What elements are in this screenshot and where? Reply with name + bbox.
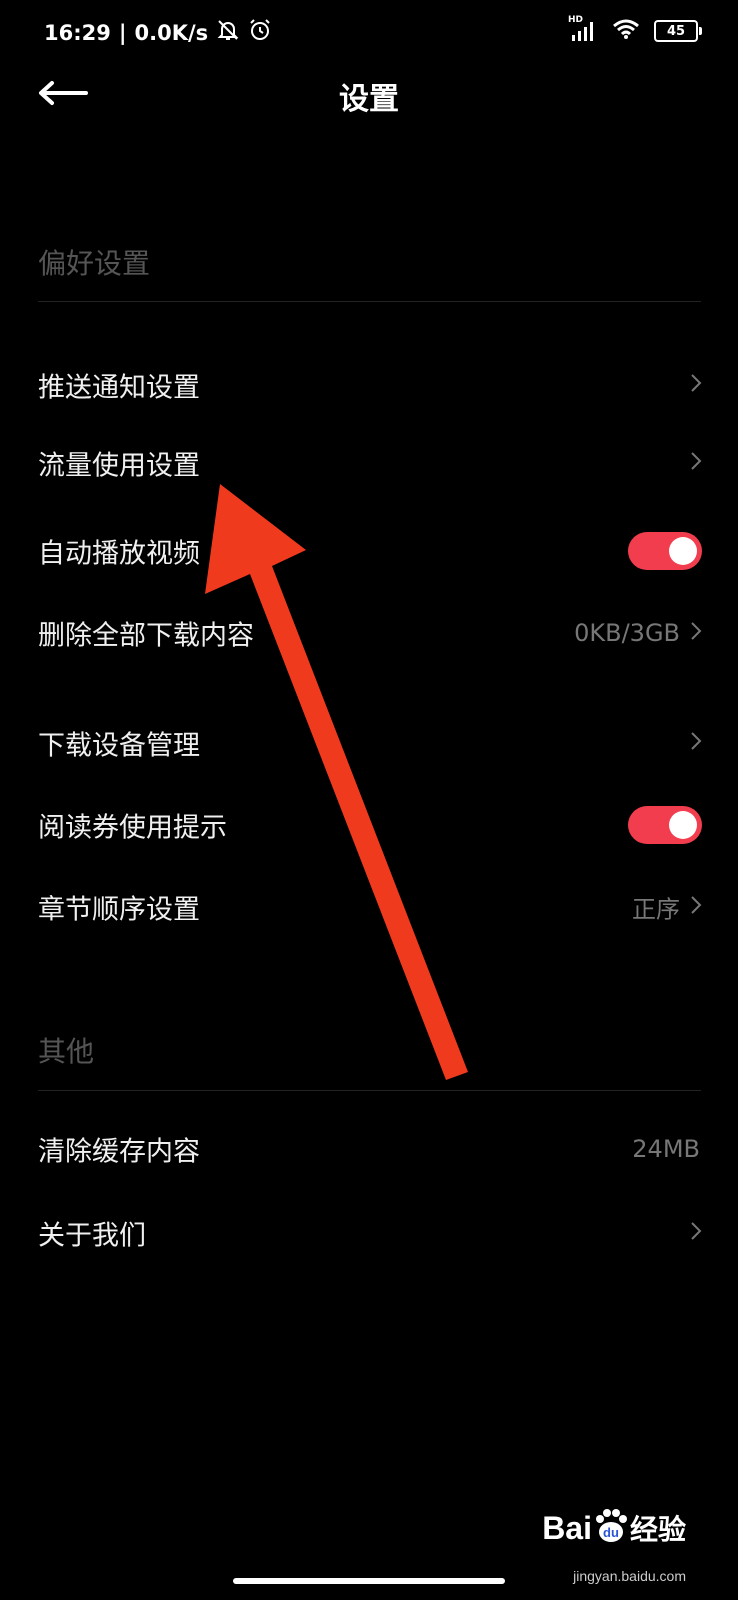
svg-text:du: du [603, 1525, 619, 1540]
setting-about-us[interactable]: 关于我们 [0, 1198, 738, 1268]
toggle-knob [669, 537, 697, 565]
setting-push-notification[interactable]: 推送通知设置 [0, 350, 738, 420]
setting-value: 0KB/3GB [574, 619, 680, 647]
status-bar-left: 16:29 | 0.0K/s [44, 18, 272, 47]
setting-label: 清除缓存内容 [38, 1136, 200, 1168]
section-title-preferences: 偏好设置 [38, 247, 151, 280]
cache-size: 24MB [632, 1135, 700, 1163]
watermark-brand2: 经验 [629, 1513, 686, 1546]
setting-delete-downloads[interactable]: 删除全部下载内容 0KB/3GB [0, 598, 738, 668]
baidu-jingyan-logo: Bai du 经验 [542, 1508, 686, 1548]
status-separator: | [118, 20, 127, 45]
home-indicator[interactable] [233, 1578, 505, 1584]
divider [38, 301, 701, 302]
section-title-other: 其他 [38, 1035, 95, 1068]
setting-label: 章节顺序设置 [38, 894, 200, 926]
chevron-right-icon [690, 451, 702, 475]
setting-coupon-tip[interactable]: 阅读券使用提示 [0, 790, 738, 860]
setting-label: 下载设备管理 [38, 730, 200, 762]
chevron-right-icon [690, 621, 702, 645]
setting-data-usage[interactable]: 流量使用设置 [0, 428, 738, 498]
setting-label: 关于我们 [38, 1220, 146, 1252]
paw-icon: du [594, 1508, 628, 1548]
mute-icon [216, 18, 240, 47]
setting-chapter-order[interactable]: 章节顺序设置 正序 [0, 872, 738, 942]
status-time: 16:29 [44, 20, 111, 45]
setting-label: 删除全部下载内容 [38, 620, 254, 652]
setting-autoplay-video[interactable]: 自动播放视频 [0, 516, 738, 586]
alarm-icon [248, 18, 272, 47]
setting-label: 流量使用设置 [38, 450, 200, 482]
battery-level: 45 [666, 23, 686, 39]
status-bar-right: HD 45 [568, 15, 702, 44]
chevron-right-icon [690, 373, 702, 397]
wifi-icon [612, 18, 640, 44]
chevron-right-icon [690, 895, 702, 919]
divider [38, 1090, 701, 1091]
setting-label: 推送通知设置 [38, 372, 200, 404]
setting-clear-cache[interactable]: 清除缓存内容 24MB [0, 1114, 738, 1184]
setting-value: 正序 [632, 895, 680, 924]
autoplay-toggle[interactable] [628, 532, 702, 570]
setting-download-devices[interactable]: 下载设备管理 [0, 708, 738, 778]
status-net-speed: 0.0K/s [134, 20, 209, 45]
chevron-right-icon [690, 1221, 702, 1245]
signal-icon: HD [568, 15, 598, 43]
watermark-brand: Bai [542, 1509, 592, 1546]
setting-label: 阅读券使用提示 [38, 812, 227, 844]
watermark-url: jingyan.baidu.com [573, 1568, 686, 1584]
toggle-knob [669, 811, 697, 839]
setting-label: 自动播放视频 [38, 538, 200, 570]
battery-icon: 45 [654, 20, 702, 42]
coupon-tip-toggle[interactable] [628, 806, 702, 844]
page-title: 设置 [339, 82, 399, 117]
chevron-right-icon [690, 731, 702, 755]
